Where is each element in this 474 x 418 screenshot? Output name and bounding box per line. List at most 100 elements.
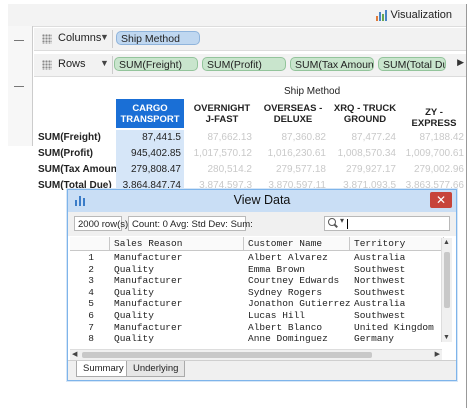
dialog-toolbar: 2000 row(s) Count: 0 Avg: Std Dev: Sum: … [68,212,456,236]
column-header-title: Ship Method [284,86,341,97]
scroll-thumb[interactable] [444,252,450,308]
cell-value[interactable]: 87,477.24 [330,130,397,146]
table-row[interactable]: 6 Quality Lucas Hill Southwest [70,310,444,322]
scroll-down-icon[interactable]: ▼ [443,334,450,341]
column-header-sales-reason[interactable]: Sales Reason [110,237,244,251]
header-line: J-FAST [205,114,239,125]
cell-value[interactable]: 1,009,700.61 [402,146,464,162]
row-number: 2 [88,263,94,275]
sales-reason-cell: Quality [114,310,154,321]
header-line: TRANSPORT [120,114,180,125]
ship-method-pill[interactable]: Ship Method [116,31,200,45]
header-line: ZY - EXPRESS [411,107,457,129]
row-number: 5 [88,298,94,310]
close-button[interactable]: ✕ [430,192,452,208]
collapse-icon[interactable] [14,86,24,87]
scroll-left-icon[interactable]: ◀ [72,350,77,358]
column-header-zy-express[interactable]: ZY - EXPRESS [402,99,466,129]
column-header-xrq-truck-ground[interactable]: XRQ - TRUCK GROUND [330,99,400,128]
header-line: GROUND [343,114,387,125]
cell-value[interactable]: 1,017,570.12 [192,146,252,162]
row-header-sum-tax-amount[interactable]: SUM(Tax Amount) [38,162,124,178]
row-number: 6 [88,310,94,321]
cell-value[interactable]: 279,927.17 [330,162,396,178]
horizontal-scrollbar[interactable]: ◀ ▶ [70,349,442,360]
close-icon: ✕ [435,193,447,207]
column-header-customer-name[interactable]: Customer Name [244,237,350,251]
scroll-right-icon[interactable]: ▶ [457,57,464,68]
column-header-territory[interactable]: Territory [350,237,444,251]
territory-cell: Australia [354,298,406,310]
table-row[interactable]: 8 Quality Anne Dominguez Germany [70,333,444,345]
cell-value[interactable]: 1,008,570.34 [330,146,396,162]
column-header-overseas-deluxe[interactable]: OVERSEAS - DELUXE [260,99,326,128]
sales-reason-cell: Manufacturer [114,275,183,287]
sum-total-due-pill[interactable]: SUM(Total Due) [378,57,446,71]
cell-value[interactable]: 279,002.96 [402,162,464,178]
visualization-label: Visualization [390,9,452,21]
search-input[interactable]: ▾ [324,216,450,231]
grip-icon [42,34,52,44]
customer-name-cell: Emma Brown [248,263,306,275]
top-toolbar: Visualization [8,4,466,27]
table-row[interactable]: 7 Manufacturer Albert Blanco United King… [70,322,444,334]
table-row[interactable]: 1 Manufacturer Albert Alvarez Australia [70,252,444,264]
chevron-down-icon[interactable]: ▾ [340,216,344,225]
row-number: 3 [88,275,94,287]
cell-value[interactable]: 87,662.13 [192,130,253,146]
row-header-sum-freight[interactable]: SUM(Freight) [38,130,101,146]
row-count: 2000 row(s) [74,216,128,231]
cell-value[interactable]: 279,577.18 [260,162,326,178]
cell-value[interactable]: 87,188.42 [402,130,465,146]
scroll-up-icon[interactable]: ▲ [443,239,450,246]
rows-shelf-label: Rows [58,58,86,70]
customer-name-cell: Anne Dominguez [248,333,328,345]
divider [112,56,113,74]
cell-value[interactable]: 279,808.47 [116,162,184,178]
rows-shelf: Rows ▼ SUM(Freight) SUM(Profit) SUM(Tax … [34,54,466,77]
chart-icon [375,9,388,21]
dialog-title-bar[interactable]: View Data ✕ [68,190,456,212]
cell-value[interactable]: 945,402.85 [116,146,184,162]
row-number: 7 [88,321,94,333]
header-line: CARGO [132,103,168,114]
sales-reason-cell: Quality [114,263,154,275]
sales-reason-cell: Quality [114,286,154,298]
cell-value[interactable]: 87,441.5 [116,130,184,146]
table-row[interactable]: 2 Quality Emma Brown Southwest [70,264,444,276]
territory-cell: Southwest [354,286,406,298]
sum-profit-pill[interactable]: SUM(Profit) [202,57,286,71]
row-number: 4 [88,286,94,298]
chevron-down-icon[interactable]: ▼ [100,32,109,42]
scroll-right-icon[interactable]: ▶ [435,350,440,358]
text-caret [347,219,348,229]
column-header-cargo-transport[interactable]: CARGO TRANSPORT [116,99,184,128]
collapse-icon[interactable] [14,40,24,41]
vertical-scrollbar[interactable]: ▲ ▼ [441,238,452,342]
visualization-button[interactable]: Visualization [375,7,452,23]
chevron-down-icon[interactable]: ▼ [100,58,109,68]
cell-value[interactable]: 280,514.2 [192,162,253,178]
sum-freight-pill[interactable]: SUM(Freight) [114,57,198,71]
table-row[interactable]: 3 Manufacturer Courtney Edwards Northwes… [70,275,444,287]
territory-cell: Southwest [354,310,406,321]
territory-cell: United Kingdom [354,321,434,333]
cell-value[interactable]: 87,360.82 [260,130,327,146]
sales-reason-cell: Manufacturer [114,321,183,333]
table-row[interactable]: 5 Manufacturer Jonathon Gutierrez Austra… [70,298,444,310]
scroll-thumb[interactable] [82,352,372,358]
data-grid: Sales Reason Customer Name Territory 1 M… [70,237,444,349]
customer-name-cell: Courtney Edwards [248,275,340,287]
sum-tax-amount-pill[interactable]: SUM(Tax Amount) [290,57,374,71]
column-header-overnight-j-fast[interactable]: OVERNIGHT J-FAST [192,99,252,128]
row-number: 1 [88,252,94,263]
customer-name-cell: Albert Alvarez [248,252,328,263]
left-panel [8,26,33,146]
customer-name-cell: Jonathon Gutierrez [248,298,351,310]
row-header-sum-profit[interactable]: SUM(Profit) [38,146,93,162]
table-row[interactable]: 4 Quality Sydney Rogers Southwest [70,287,444,299]
tab-summary[interactable]: Summary [76,361,131,377]
cell-value[interactable]: 1,016,230.61 [260,146,326,162]
search-icon-handle [334,223,338,228]
tab-underlying[interactable]: Underlying [126,361,186,377]
